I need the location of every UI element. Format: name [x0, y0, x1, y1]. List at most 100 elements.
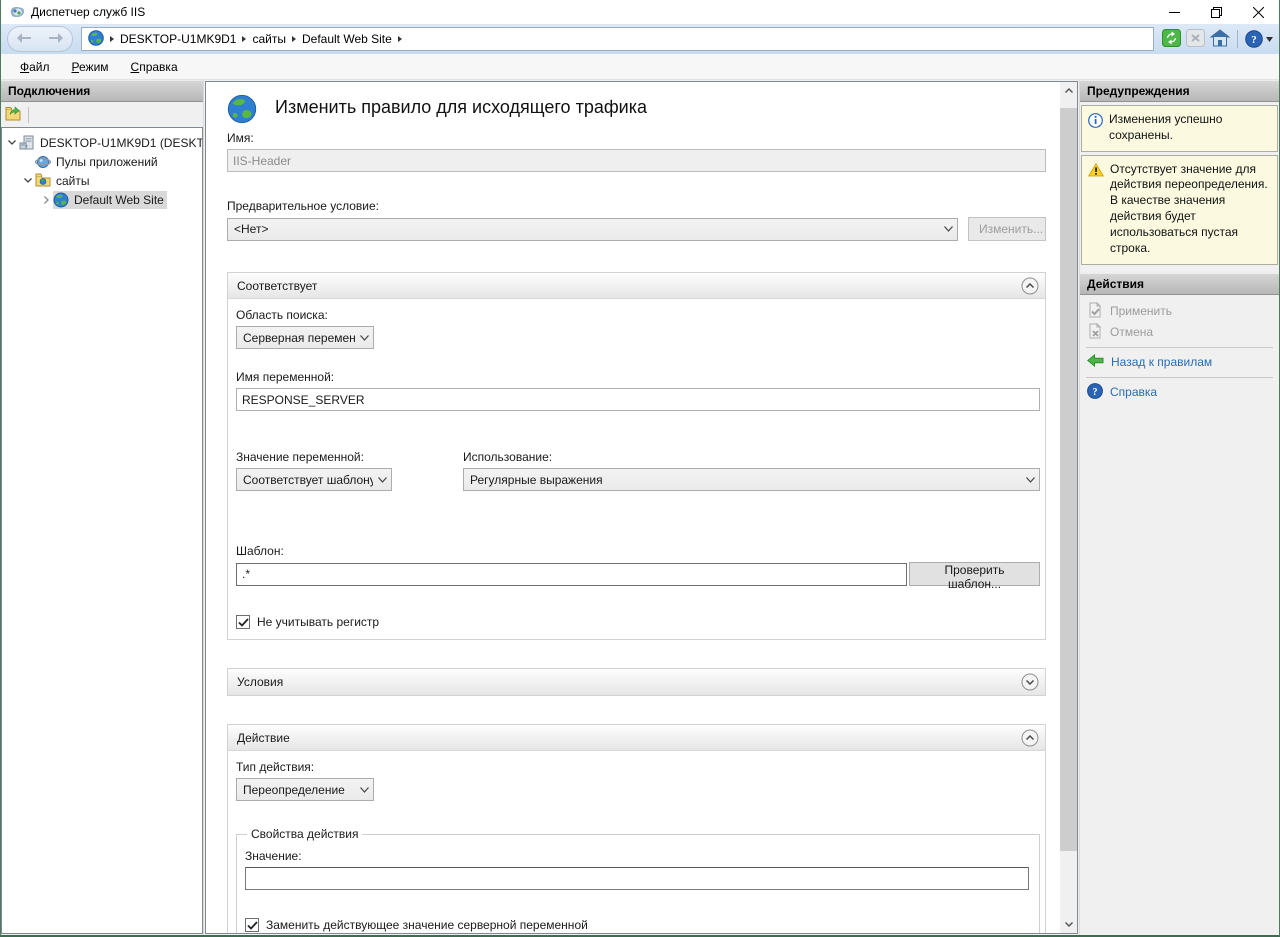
back-to-rules-action[interactable]: Назад к правилам — [1080, 352, 1279, 373]
chevron-down-icon[interactable] — [21, 178, 35, 183]
search-scope-label: Область поиска: — [236, 308, 1040, 322]
action-properties-title: Свойства действия — [247, 827, 362, 841]
vertical-scrollbar[interactable] — [1060, 82, 1077, 933]
variable-name-field[interactable] — [236, 388, 1040, 411]
actions-header: Действия — [1080, 273, 1279, 295]
minimize-button[interactable] — [1153, 0, 1195, 24]
connections-tree: DESKTOP-U1MK9D1 (DESKTOP Пулы приложений… — [1, 127, 203, 934]
breadcrumb-server[interactable]: DESKTOP-U1MK9D1 — [120, 32, 236, 46]
info-icon — [1088, 113, 1103, 144]
scroll-down-button[interactable] — [1060, 916, 1077, 933]
pattern-field[interactable] — [236, 563, 907, 586]
connections-panel: Подключения DESKTOP-U1MK9D1 (DESKTOP Пул… — [1, 80, 204, 935]
chevron-down-icon — [373, 477, 391, 483]
address-bar: DESKTOP-U1MK9D1 сайты Default Web Site ? — [1, 24, 1279, 54]
tree-item-label: сайты — [56, 174, 90, 188]
test-pattern-button[interactable]: Проверить шаблон... — [909, 562, 1040, 586]
actions-separator — [1086, 377, 1273, 378]
help-label: Справка — [1110, 385, 1157, 399]
precondition-select[interactable]: <Нет> — [227, 218, 958, 241]
apply-action: Применить — [1080, 301, 1279, 322]
server-icon — [19, 135, 36, 151]
match-section-header[interactable]: Соответствует — [228, 273, 1045, 299]
close-button[interactable] — [1237, 0, 1279, 24]
tree-item-app-pools[interactable]: Пулы приложений — [2, 152, 202, 171]
name-label: Имя: — [227, 131, 1046, 145]
precondition-value: <Нет> — [234, 222, 939, 236]
conditions-section-header[interactable]: Условия — [228, 669, 1045, 695]
chevron-right-icon[interactable] — [39, 196, 53, 204]
scrollbar-thumb[interactable] — [1060, 108, 1077, 851]
chevron-down-icon[interactable] — [5, 140, 19, 145]
pattern-label: Шаблон: — [236, 544, 1040, 558]
replace-value-checkbox[interactable] — [245, 918, 259, 932]
svg-text:?: ? — [1093, 387, 1098, 398]
action-type-select[interactable]: Переопределение — [236, 778, 374, 801]
ignore-case-label: Не учитывать регистр — [257, 615, 379, 629]
collapse-section-button[interactable] — [1021, 277, 1039, 295]
match-section: Соответствует Область поиска: Серверная … — [227, 272, 1046, 640]
expand-section-button[interactable] — [1021, 673, 1039, 691]
forward-button[interactable] — [49, 32, 63, 46]
back-button[interactable] — [17, 32, 31, 46]
help-action[interactable]: ? Справка — [1080, 382, 1279, 403]
breadcrumb[interactable]: DESKTOP-U1MK9D1 сайты Default Web Site — [81, 27, 1154, 51]
value-field[interactable] — [245, 867, 1029, 890]
warning-alert-text: Отсутствует значение для действия переоп… — [1110, 162, 1272, 257]
save-connection-icon[interactable] — [5, 106, 22, 124]
usage-select[interactable]: Регулярные выражения — [463, 468, 1040, 491]
breadcrumb-separator — [398, 36, 402, 42]
cancel-label: Отмена — [1110, 325, 1153, 339]
title-bar: Диспетчер служб IIS — [1, 0, 1279, 24]
usage-value: Регулярные выражения — [470, 473, 1021, 487]
precondition-label: Предварительное условие: — [227, 199, 1046, 213]
ignore-case-row: Не учитывать регистр — [236, 615, 1040, 629]
action-section: Действие Тип действия: Переопределение С… — [227, 724, 1046, 933]
action-section-header[interactable]: Действие — [228, 725, 1045, 751]
breadcrumb-sites[interactable]: сайты — [252, 32, 286, 46]
svg-text:?: ? — [1251, 34, 1257, 46]
iis-manager-window: Диспетчер служб IIS DESKTOP-U1MK9D1 сайт… — [0, 0, 1280, 937]
tree-item-default-web-site[interactable]: Default Web Site — [2, 190, 202, 209]
chevron-down-icon — [355, 335, 373, 341]
warning-alert: Отсутствует значение для действия переоп… — [1081, 155, 1278, 265]
home-button[interactable] — [1210, 29, 1230, 50]
menu-view[interactable]: Режим — [63, 57, 118, 77]
conditions-section: Условия — [227, 668, 1046, 696]
help-button[interactable]: ? — [1245, 30, 1273, 48]
ignore-case-checkbox[interactable] — [236, 615, 250, 629]
menu-file[interactable]: Файл — [11, 57, 59, 77]
variable-value-select[interactable]: Соответствует шаблону — [236, 468, 392, 491]
globe-icon — [88, 30, 104, 49]
tree-item-sites[interactable]: сайты — [2, 171, 202, 190]
breadcrumb-separator — [110, 36, 114, 42]
usage-label: Использование: — [463, 450, 1040, 464]
restore-button[interactable] — [1195, 0, 1237, 24]
collapse-section-button[interactable] — [1021, 729, 1039, 747]
chevron-down-icon — [1021, 477, 1039, 483]
scrollbar-track[interactable] — [1060, 99, 1077, 916]
body-area: Подключения DESKTOP-U1MK9D1 (DESKTOP Пул… — [1, 80, 1279, 935]
selected-tree-item[interactable]: Default Web Site — [53, 191, 167, 209]
application-pools-icon — [35, 154, 52, 170]
back-to-rules-label: Назад к правилам — [1111, 355, 1212, 369]
info-alert-text: Изменения успешно сохранены. — [1109, 112, 1272, 144]
breadcrumb-separator — [242, 36, 246, 42]
back-arrow-icon — [1087, 354, 1104, 370]
variable-value-value: Соответствует шаблону — [243, 473, 373, 487]
tree-item-server[interactable]: DESKTOP-U1MK9D1 (DESKTOP — [2, 133, 202, 152]
refresh-button[interactable] — [1162, 29, 1181, 50]
replace-value-label: Заменить действующее значение серверной … — [266, 918, 588, 932]
main-panel: Изменить правило для исходящего трафика … — [205, 81, 1078, 934]
edit-precondition-button: Изменить... — [968, 217, 1046, 241]
scroll-up-button[interactable] — [1060, 82, 1077, 99]
actions-list: Применить Отмена Назад к правилам ? Спра… — [1080, 295, 1279, 403]
breadcrumb-default-web-site[interactable]: Default Web Site — [302, 32, 392, 46]
connections-header: Подключения — [1, 80, 203, 102]
tree-item-label: Default Web Site — [74, 193, 164, 207]
action-properties-group: Свойства действия Значение: Заменить дей… — [236, 827, 1040, 933]
menu-help[interactable]: Справка — [122, 57, 187, 77]
search-scope-select[interactable]: Серверная переменн — [236, 326, 374, 349]
page-globe-icon — [227, 94, 257, 124]
warning-icon — [1088, 163, 1104, 257]
